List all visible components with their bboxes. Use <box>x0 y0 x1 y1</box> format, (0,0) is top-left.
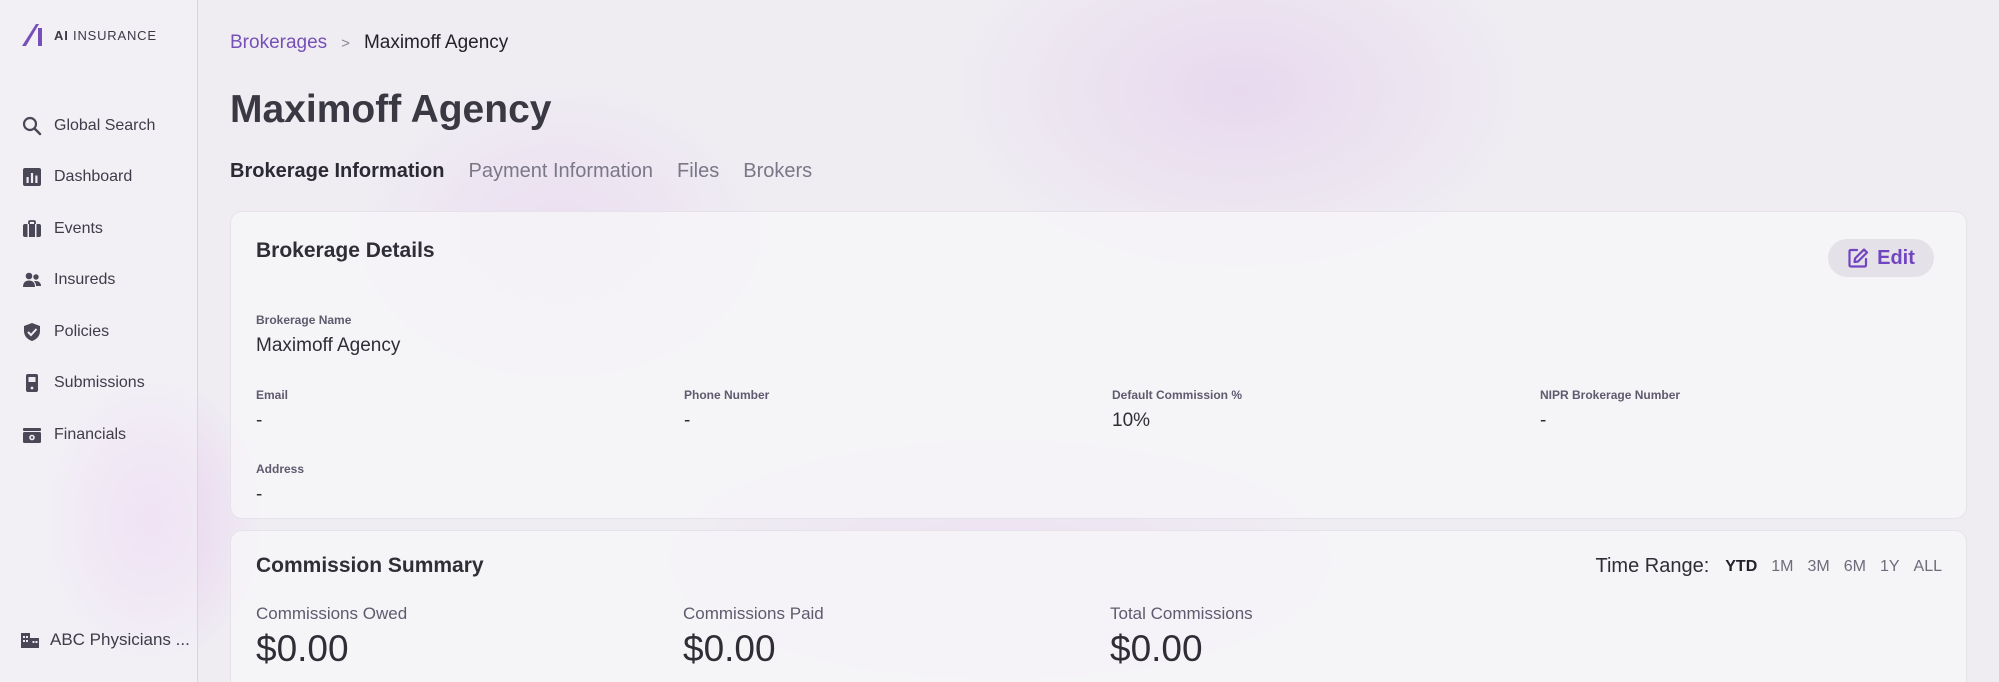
time-range-3m[interactable]: 3M <box>1807 558 1829 576</box>
field-value: - <box>1540 410 1547 431</box>
sidebar: AI INSURANCE Global Search Dashboard Eve… <box>0 0 198 682</box>
sidebar-item-policies[interactable]: Policies <box>0 306 198 358</box>
phone-number-field: Phone Number - <box>684 388 769 432</box>
field-label: Default Commission % <box>1112 388 1243 402</box>
email-field: Email - <box>256 388 288 432</box>
time-range-selector: Time Range: YTD 1M 3M 6M 1Y ALL <box>1596 555 1943 578</box>
edit-icon <box>1848 248 1869 268</box>
building-icon <box>20 630 40 650</box>
commissions-paid-stat: Commissions Paid $0.00 <box>683 604 824 670</box>
sidebar-item-label: Global Search <box>54 116 156 134</box>
sidebar-nav: Global Search Dashboard Events Insureds … <box>0 100 198 461</box>
default-commission-field: Default Commission % 10% <box>1112 388 1242 432</box>
sidebar-item-dashboard[interactable]: Dashboard <box>0 152 198 204</box>
time-range-1m[interactable]: 1M <box>1771 558 1793 576</box>
stat-value: $0.00 <box>1110 628 1203 669</box>
search-icon <box>22 116 42 136</box>
field-label: Email <box>256 388 289 402</box>
time-range-ytd[interactable]: YTD <box>1725 558 1757 576</box>
field-label: Address <box>256 462 305 476</box>
sidebar-item-insureds[interactable]: Insureds <box>0 255 198 307</box>
sidebar-item-submissions[interactable]: Submissions <box>0 358 198 410</box>
sidebar-item-label: Financials <box>54 425 127 443</box>
commission-summary-title: Commission Summary <box>256 554 484 577</box>
sidebar-item-label: Events <box>54 219 103 237</box>
organization-switcher[interactable]: ABC Physicians ... <box>20 630 190 650</box>
nipr-number-field: NIPR Brokerage Number - <box>1540 388 1680 432</box>
field-label: Phone Number <box>684 388 770 402</box>
stat-value: $0.00 <box>256 628 349 669</box>
sidebar-item-label: Policies <box>54 322 110 340</box>
breadcrumb-separator: > <box>341 34 350 52</box>
commissions-owed-stat: Commissions Owed $0.00 <box>256 604 407 670</box>
tab-files[interactable]: Files <box>677 160 719 183</box>
breadcrumb: Brokerages > Maximoff Agency <box>230 32 508 54</box>
stat-label: Commissions Owed <box>256 604 408 623</box>
field-label: Brokerage Name <box>256 313 352 327</box>
field-value: Maximoff Agency <box>256 335 401 356</box>
total-commissions-stat: Total Commissions $0.00 <box>1110 604 1253 670</box>
breadcrumb-brokerages-link[interactable]: Brokerages <box>230 32 327 54</box>
tab-bar: Brokerage Information Payment Informatio… <box>230 160 812 183</box>
brokerage-details-card: Brokerage Details Edit Brokerage Name Ma… <box>230 211 1967 519</box>
organization-name: ABC Physicians ... <box>50 630 190 649</box>
edit-button[interactable]: Edit <box>1828 239 1934 277</box>
logo[interactable]: AI INSURANCE <box>20 22 157 48</box>
sidebar-item-label: Insureds <box>54 271 116 289</box>
field-value: - <box>256 484 263 505</box>
time-range-all[interactable]: ALL <box>1914 558 1942 576</box>
brokerage-details-title: Brokerage Details <box>256 239 435 262</box>
briefcase-icon <box>22 219 42 239</box>
sidebar-item-global-search[interactable]: Global Search <box>0 100 198 152</box>
breadcrumb-current: Maximoff Agency <box>363 32 509 53</box>
time-range-1y[interactable]: 1Y <box>1880 558 1900 576</box>
phone-icon <box>22 373 42 393</box>
shield-icon <box>22 322 42 342</box>
address-field: Address - <box>256 462 304 506</box>
edit-label: Edit <box>1877 246 1915 269</box>
logo-mark-icon <box>22 24 42 46</box>
tab-brokers[interactable]: Brokers <box>743 160 812 183</box>
brokerage-name-field: Brokerage Name Maximoff Agency <box>256 313 400 357</box>
commission-summary-card: Commission Summary Time Range: YTD 1M 3M… <box>230 530 1967 682</box>
field-value: 10% <box>1112 410 1151 431</box>
field-label: NIPR Brokerage Number <box>1540 388 1681 402</box>
tab-brokerage-information[interactable]: Brokerage Information <box>230 160 444 183</box>
field-value: - <box>256 410 263 431</box>
sidebar-item-events[interactable]: Events <box>0 203 198 255</box>
tab-payment-information[interactable]: Payment Information <box>468 160 653 183</box>
money-icon <box>22 425 42 445</box>
stat-label: Commissions Paid <box>683 604 824 623</box>
logo-text: AI INSURANCE <box>54 27 157 43</box>
time-range-6m[interactable]: 6M <box>1844 558 1866 576</box>
field-value: - <box>684 410 691 431</box>
time-range-label: Time Range: <box>1595 555 1710 577</box>
stat-value: $0.00 <box>683 628 776 669</box>
sidebar-item-financials[interactable]: Financials <box>0 409 198 461</box>
chart-icon <box>22 167 42 187</box>
sidebar-item-label: Submissions <box>54 374 145 392</box>
users-icon <box>22 270 42 290</box>
stat-label: Total Commissions <box>1110 604 1253 623</box>
sidebar-item-label: Dashboard <box>54 168 133 186</box>
page-title: Maximoff Agency <box>230 88 552 131</box>
